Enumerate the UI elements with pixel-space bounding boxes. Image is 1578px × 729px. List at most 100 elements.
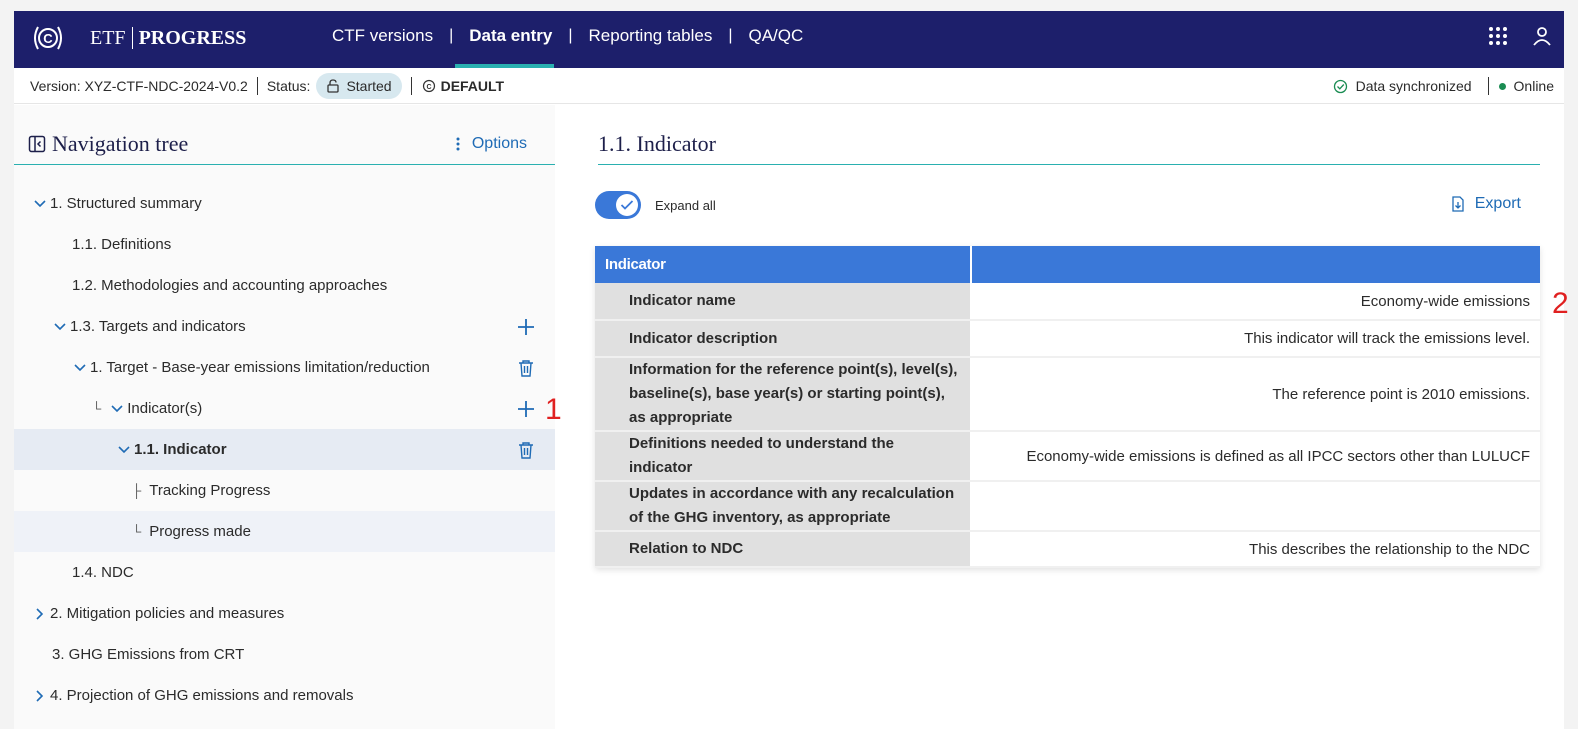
delete-indicator-button[interactable] — [515, 439, 537, 461]
tree-item-label: 1. Target - Base-year emissions limitati… — [90, 359, 430, 376]
app-window: C ETF PROGRESS CTF versions | Data entry… — [14, 11, 1569, 729]
add-target-button[interactable] — [515, 316, 537, 338]
tree-item-tracking-progress[interactable]: ├ Tracking Progress — [14, 470, 555, 511]
tree-item-projection-ghg[interactable]: 4. Projection of GHG emissions and remov… — [14, 675, 555, 716]
row-value-cell[interactable] — [971, 481, 1540, 532]
tree-item-label: Indicator(s) — [127, 400, 203, 417]
version-text: Version: XYZ-CTF-NDC-2024-V0.2 — [30, 78, 248, 94]
expand-all-toggle[interactable] — [595, 191, 641, 219]
collapse-panel-icon[interactable] — [28, 135, 46, 153]
tree-item-methodologies[interactable]: 1.2. Methodologies and accounting approa… — [14, 265, 555, 306]
tree-item-mitigation-policies[interactable]: 2. Mitigation policies and measures — [14, 593, 555, 634]
plus-icon — [518, 319, 534, 335]
brand-etf: ETF — [90, 27, 126, 49]
tree-item-ghg-emissions-crt[interactable]: 3. GHG Emissions from CRT — [14, 634, 555, 675]
tree-item-target-base-year[interactable]: 1. Target - Base-year emissions limitati… — [14, 347, 555, 388]
tree-item-label: Tracking Progress — [149, 482, 271, 499]
add-indicator-button[interactable] — [515, 398, 537, 420]
table-header-row: Indicator — [595, 246, 1540, 283]
tree-item-label: 1.1. Indicator — [134, 441, 227, 458]
brand-progress: PROGRESS — [138, 27, 247, 49]
status-bar: Version: XYZ-CTF-NDC-2024-V0.2 Status: S… — [14, 68, 1564, 104]
status-label: Status: — [266, 78, 311, 94]
tree-item-definitions[interactable]: 1.1. Definitions — [14, 224, 555, 265]
trash-icon — [519, 442, 533, 459]
tree-item-label: 1.4. NDC — [72, 564, 134, 581]
tree-item-label: 4. Projection of GHG emissions and remov… — [50, 687, 354, 704]
brand: ETF PROGRESS — [90, 26, 246, 50]
navigation-sidebar: Navigation tree Options 1. Structured su… — [14, 105, 555, 729]
tree-item-ndc[interactable]: 1.4. NDC — [14, 552, 555, 593]
user-icon[interactable] — [1520, 14, 1564, 58]
options-button[interactable]: Options — [456, 135, 527, 153]
export-button[interactable]: Export — [1451, 195, 1521, 213]
chevron-right-icon[interactable] — [32, 688, 48, 704]
row-value-cell[interactable]: Economy-wide emissions — [971, 283, 1540, 321]
tab-qa-qc[interactable]: QA/QC — [749, 11, 804, 68]
chevron-down-icon[interactable] — [109, 401, 125, 417]
tree-item-label: 1. Structured summary — [50, 195, 202, 212]
tree-item-indicator-selected[interactable]: 1.1. Indicator — [14, 429, 555, 470]
tree-item-label: Progress made — [149, 523, 251, 540]
tree-item-label: 1.3. Targets and indicators — [70, 318, 246, 335]
tree-connector: ├ — [132, 483, 142, 498]
tree-connector: └ — [132, 524, 142, 539]
toggle-knob — [616, 194, 638, 216]
table-header-indicator: Indicator — [595, 246, 972, 283]
sync-check-icon — [1333, 79, 1347, 93]
table-row: Indicator description This indicator wil… — [595, 320, 1540, 358]
tab-ctf-versions[interactable]: CTF versions — [332, 11, 433, 68]
tab-data-entry[interactable]: Data entry — [455, 11, 555, 68]
options-label: Options — [471, 135, 527, 152]
tree-item-indicators[interactable]: └ Indicator(s) — [14, 388, 555, 429]
chevron-right-icon[interactable] — [32, 606, 48, 622]
row-value-cell[interactable]: This describes the relationship to the N… — [971, 531, 1540, 568]
default-text: DEFAULT — [440, 78, 505, 94]
table-row: Updates in accordance with any recalcula… — [595, 481, 1540, 532]
brand-divider — [131, 27, 133, 49]
tree-item-label: 1.1. Definitions — [72, 236, 172, 253]
delete-target-button[interactable] — [515, 357, 537, 379]
trash-icon — [519, 360, 533, 377]
annotation-marker-1: 1 — [545, 393, 562, 426]
export-label: Export — [1474, 195, 1521, 212]
status-value: Started — [346, 78, 392, 94]
tab-separator: | — [449, 27, 454, 44]
table-row: Indicator name Economy-wide emissions — [595, 283, 1540, 321]
chevron-down-icon[interactable] — [32, 196, 48, 212]
tree-item-structured-summary[interactable]: 1. Structured summary — [14, 183, 555, 224]
check-icon — [620, 200, 634, 210]
plus-icon — [518, 401, 534, 417]
main-tabs: CTF versions | Data entry | Reporting ta… — [332, 11, 803, 68]
tree-connector: └ — [92, 401, 102, 416]
tree-item-progress-made[interactable]: └ Progress made — [14, 511, 555, 552]
unlock-icon — [327, 79, 340, 93]
unfccc-logo-icon: C — [34, 26, 62, 50]
unfccc-small-logo-icon: C — [422, 79, 435, 93]
tree-item-label: 3. GHG Emissions from CRT — [52, 646, 245, 663]
tab-reporting-tables[interactable]: Reporting tables — [589, 11, 713, 68]
apps-grid-icon[interactable] — [1476, 14, 1520, 58]
annotation-marker-2: 2 — [1552, 287, 1569, 320]
sync-status: Data synchronized — [1355, 78, 1472, 94]
online-status: Online — [1513, 78, 1554, 94]
svg-text:C: C — [43, 31, 53, 46]
expand-all-label: Expand all — [655, 197, 716, 213]
chevron-down-icon[interactable] — [72, 360, 88, 376]
tree-item-targets-and-indicators[interactable]: 1.3. Targets and indicators — [14, 306, 555, 347]
indicator-table: Indicator Indicator name Economy-wide em… — [595, 246, 1540, 568]
export-file-icon — [1452, 196, 1464, 212]
table-header-value — [971, 246, 1540, 283]
row-label: Updates in accordance with any recalcula… — [595, 481, 972, 532]
tree-item-label: 1.2. Methodologies and accounting approa… — [72, 277, 388, 294]
page-title: 1.1. Indicator — [598, 129, 1540, 165]
row-value-cell[interactable]: This indicator will track the emissions … — [971, 320, 1540, 358]
row-value-cell[interactable]: Economy-wide emissions is defined as all… — [971, 431, 1540, 482]
table-row: Definitions needed to understand the ind… — [595, 431, 1540, 482]
table-row: Relation to NDC This describes the relat… — [595, 531, 1540, 568]
row-value-cell[interactable]: The reference point is 2010 emissions. — [971, 357, 1540, 432]
chevron-down-icon[interactable] — [52, 319, 68, 335]
row-label: Information for the reference point(s), … — [595, 357, 972, 432]
chevron-down-icon[interactable] — [116, 442, 132, 458]
divider — [256, 77, 258, 95]
